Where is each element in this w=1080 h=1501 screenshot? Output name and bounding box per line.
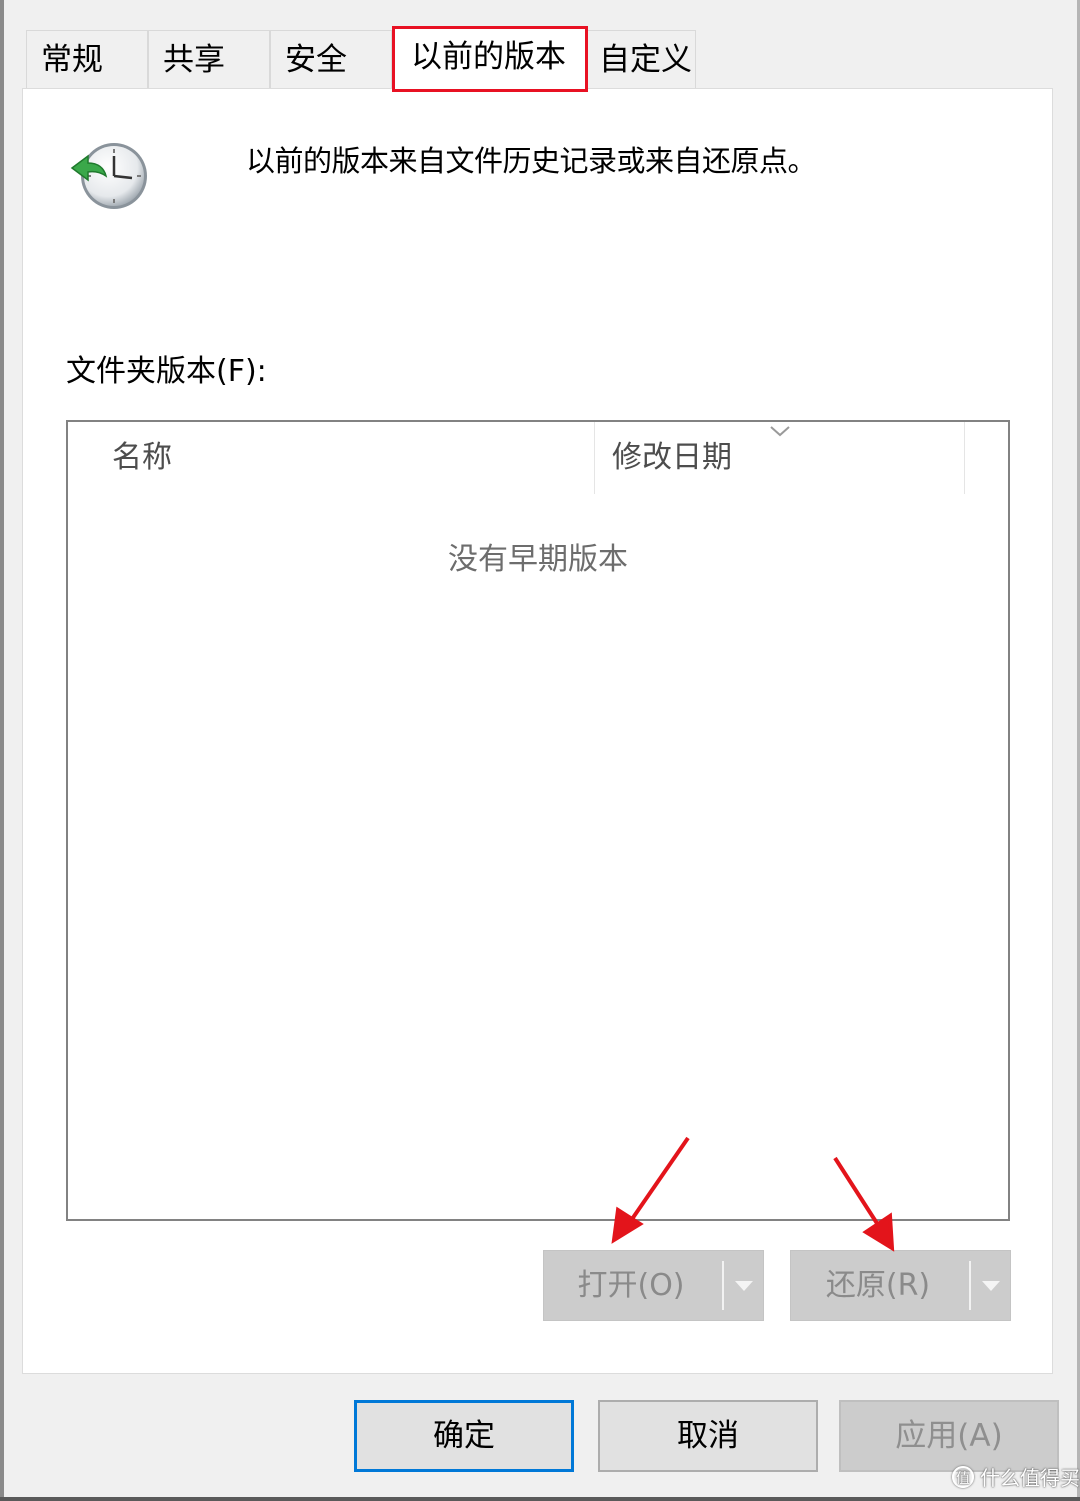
window-bottom-edge <box>0 1497 1080 1501</box>
column-header-name[interactable]: 名称 <box>112 422 172 494</box>
restore-split-button[interactable]: 还原(R) <box>790 1250 1011 1321</box>
split-separator <box>969 1261 971 1310</box>
info-text: 以前的版本来自文件历史记录或来自还原点。 <box>246 144 817 178</box>
versions-listview[interactable]: 名称 修改日期 没有早期版本 <box>66 420 1010 1221</box>
window-left-edge <box>0 0 4 1501</box>
restore-button-label[interactable]: 还原(R) <box>791 1251 965 1320</box>
cancel-button[interactable]: 取消 <box>598 1400 818 1472</box>
watermark-text: 什么值得买 <box>980 1466 1080 1490</box>
split-separator <box>722 1261 724 1310</box>
tab-customize[interactable]: 自定义 <box>584 30 696 88</box>
dropdown-arrow-icon[interactable] <box>981 1280 1001 1292</box>
column-separator[interactable] <box>594 422 595 494</box>
tab-sharing[interactable]: 共享 <box>148 30 270 88</box>
tab-strip: 常规 共享 安全 自定义 以前的版本 <box>0 0 1080 92</box>
column-header-modified-date[interactable]: 修改日期 <box>612 422 732 494</box>
open-split-button[interactable]: 打开(O) <box>543 1250 764 1321</box>
watermark: 值 什么值得买 <box>952 1462 1080 1491</box>
watermark-logo-icon: 值 <box>952 1465 974 1488</box>
restore-clock-icon <box>70 143 147 209</box>
column-separator[interactable] <box>964 422 965 494</box>
ok-button[interactable]: 确定 <box>354 1400 574 1472</box>
tab-security[interactable]: 安全 <box>270 30 392 88</box>
dropdown-arrow-icon[interactable] <box>734 1280 754 1292</box>
folder-versions-label: 文件夹版本(F): <box>66 354 267 389</box>
open-button-label[interactable]: 打开(O) <box>544 1251 718 1320</box>
empty-list-message: 没有早期版本 <box>448 542 628 577</box>
tab-general[interactable]: 常规 <box>26 30 148 88</box>
tab-previous-versions[interactable]: 以前的版本 <box>392 26 588 92</box>
sort-chevron-icon <box>770 426 790 437</box>
